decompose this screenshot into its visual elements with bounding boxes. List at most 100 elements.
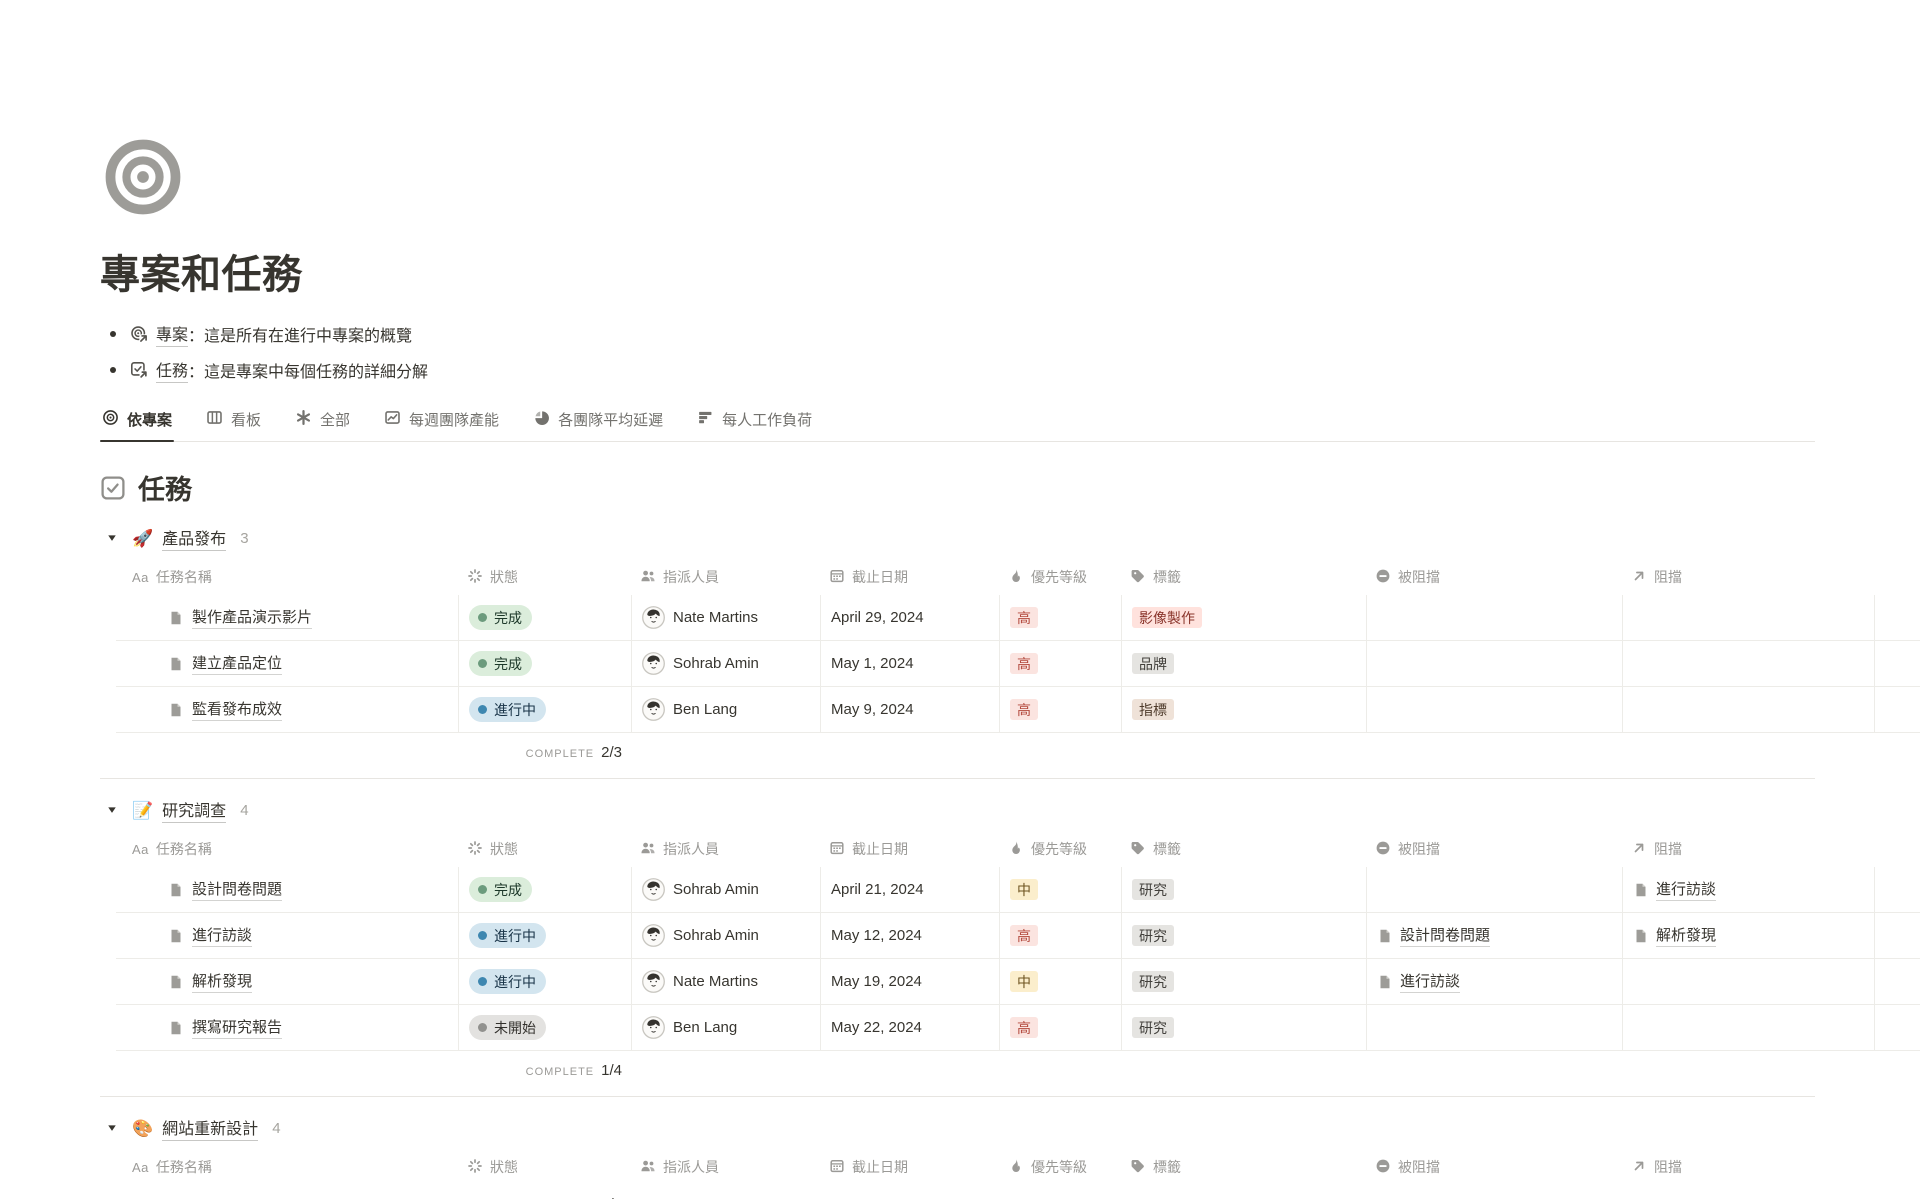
column-header-tags[interactable]: 標籤 [1122, 559, 1367, 595]
blocked-by-cell[interactable]: 設計問卷問題 [1367, 913, 1623, 958]
column-header-assignee[interactable]: 指派人員 [632, 831, 821, 867]
group-title-link[interactable]: 網站重新設計 [162, 1115, 258, 1141]
relation-chip[interactable]: 進行訪談 [1377, 970, 1460, 993]
tags-cell[interactable]: 指標 [1122, 687, 1367, 732]
intro-link[interactable]: 任務 [156, 357, 188, 383]
column-header-due[interactable]: 截止日期 [821, 1149, 1000, 1185]
column-header-status[interactable]: 狀態 [459, 559, 632, 595]
column-header-due[interactable]: 截止日期 [821, 559, 1000, 595]
column-header-due[interactable]: 截止日期 [821, 831, 1000, 867]
due-date-cell[interactable]: April 21, 2024 [821, 867, 1000, 912]
complete-summary[interactable]: COMPLETE2/3 [459, 744, 632, 762]
column-header-status[interactable]: 狀態 [459, 831, 632, 867]
column-header-tags[interactable]: 標籤 [1122, 1149, 1367, 1185]
status-cell[interactable]: 完成 [459, 641, 632, 686]
collapse-toggle-icon[interactable] [106, 804, 118, 816]
status-cell[interactable]: 未開始 [459, 1005, 632, 1050]
tab-line-chart[interactable]: 每週團隊產能 [382, 398, 501, 441]
blocking-cell[interactable] [1623, 959, 1875, 1004]
column-header-assignee[interactable]: 指派人員 [632, 559, 821, 595]
due-date-cell[interactable]: April 29, 2024 [821, 595, 1000, 640]
blocking-cell[interactable] [1623, 1005, 1875, 1050]
complete-summary[interactable]: COMPLETE1/4 [459, 1062, 632, 1080]
column-header-blocked_by[interactable]: 被阻擋 [1367, 831, 1623, 867]
task-name-cell[interactable]: 建立產品定位 [116, 641, 459, 686]
priority-cell[interactable]: 高 [1000, 595, 1122, 640]
status-cell[interactable]: 完成 [459, 867, 632, 912]
priority-cell[interactable]: 高 [1000, 641, 1122, 686]
priority-cell[interactable]: 高 [1000, 687, 1122, 732]
relation-chip[interactable]: 進行訪談 [1633, 878, 1716, 901]
column-header-blocking[interactable]: 阻擋 [1623, 1149, 1875, 1185]
tab-bar-chart[interactable]: 每人工作負荷 [695, 398, 814, 441]
blocking-cell[interactable]: 解析發現 [1623, 913, 1875, 958]
task-name-cell[interactable]: 進行訪談 [116, 913, 459, 958]
group-title-link[interactable]: 產品發布 [162, 525, 226, 551]
assignee-cell[interactable]: Sohrab Amin [632, 867, 821, 912]
task-name-cell[interactable]: 設計問卷問題 [116, 867, 459, 912]
column-header-priority[interactable]: 優先等級 [1000, 1149, 1122, 1185]
due-date-cell[interactable]: May 1, 2024 [821, 641, 1000, 686]
blocking-cell[interactable]: 進行訪談 [1623, 867, 1875, 912]
column-header-priority[interactable]: 優先等級 [1000, 559, 1122, 595]
priority-cell[interactable]: 中 [1000, 959, 1122, 1004]
blocked-by-cell[interactable] [1367, 687, 1623, 732]
blocking-cell[interactable] [1623, 595, 1875, 640]
assignee-cell[interactable]: Nate Martins [632, 959, 821, 1004]
tags-cell[interactable]: 研究 [1122, 959, 1367, 1004]
tags-cell[interactable]: 研究 [1122, 867, 1367, 912]
blocked-by-cell[interactable] [1367, 1005, 1623, 1050]
status-cell[interactable]: 進行中 [459, 913, 632, 958]
column-header-priority[interactable]: 優先等級 [1000, 831, 1122, 867]
intro-link[interactable]: 專案 [156, 321, 188, 347]
relation-chip[interactable]: 解析發現 [1633, 924, 1716, 947]
task-name-cell[interactable]: 製作產品演示影片 [116, 595, 459, 640]
priority-cell[interactable]: 高 [1000, 1005, 1122, 1050]
tags-cell[interactable]: 品牌 [1122, 641, 1367, 686]
task-name-cell[interactable]: 解析發現 [116, 959, 459, 1004]
blocking-cell[interactable] [1623, 641, 1875, 686]
column-header-blocked_by[interactable]: 被阻擋 [1367, 559, 1623, 595]
column-header-name[interactable]: Aa 任務名稱 [116, 559, 459, 595]
due-date-cell[interactable]: May 22, 2024 [821, 1005, 1000, 1050]
status-cell[interactable]: 進行中 [459, 959, 632, 1004]
assignee-cell[interactable]: Ben Lang [632, 1005, 821, 1050]
column-header-tags[interactable]: 標籤 [1122, 831, 1367, 867]
assignee-cell[interactable]: Ben Lang [632, 687, 821, 732]
group-title-link[interactable]: 研究調查 [162, 797, 226, 823]
blocked-by-cell[interactable]: 進行訪談 [1367, 959, 1623, 1004]
tags-cell[interactable]: 研究 [1122, 1005, 1367, 1050]
tags-cell[interactable]: 研究 [1122, 913, 1367, 958]
tab-pie-chart[interactable]: 各團隊平均延遲 [531, 398, 665, 441]
blocked-by-cell[interactable] [1367, 641, 1623, 686]
task-name-cell[interactable]: 撰寫研究報告 [116, 1005, 459, 1050]
assignee-cell[interactable]: Sohrab Amin [632, 641, 821, 686]
assignee-cell[interactable]: Nate Martins [632, 595, 821, 640]
relation-chip[interactable]: 設計問卷問題 [1377, 924, 1490, 947]
due-date-cell[interactable]: May 19, 2024 [821, 959, 1000, 1004]
collapse-toggle-icon[interactable] [106, 1122, 118, 1134]
priority-cell[interactable]: 高 [1000, 913, 1122, 958]
status-cell[interactable]: 進行中 [459, 687, 632, 732]
column-header-status[interactable]: 狀態 [459, 1149, 632, 1185]
column-header-blocking[interactable]: 阻擋 [1623, 831, 1875, 867]
assignee-cell[interactable]: Sohrab Amin [632, 913, 821, 958]
task-name-cell[interactable]: 監看發布成效 [116, 687, 459, 732]
page-icon-target[interactable] [104, 138, 182, 216]
status-cell[interactable]: 完成 [459, 595, 632, 640]
column-header-assignee[interactable]: 指派人員 [632, 1149, 821, 1185]
column-header-blocking[interactable]: 阻擋 [1623, 559, 1875, 595]
tab-asterisk[interactable]: 全部 [293, 398, 352, 441]
due-date-cell[interactable]: May 12, 2024 [821, 913, 1000, 958]
column-header-name[interactable]: Aa 任務名稱 [116, 1149, 459, 1185]
tab-board[interactable]: 看板 [204, 398, 263, 441]
tab-target[interactable]: 依專案 [100, 398, 174, 441]
priority-cell[interactable]: 中 [1000, 867, 1122, 912]
tags-cell[interactable]: 影像製作 [1122, 595, 1367, 640]
collapse-toggle-icon[interactable] [106, 532, 118, 544]
due-date-cell[interactable]: May 9, 2024 [821, 687, 1000, 732]
column-header-blocked_by[interactable]: 被阻擋 [1367, 1149, 1623, 1185]
blocked-by-cell[interactable] [1367, 867, 1623, 912]
blocking-cell[interactable] [1623, 687, 1875, 732]
blocked-by-cell[interactable] [1367, 595, 1623, 640]
